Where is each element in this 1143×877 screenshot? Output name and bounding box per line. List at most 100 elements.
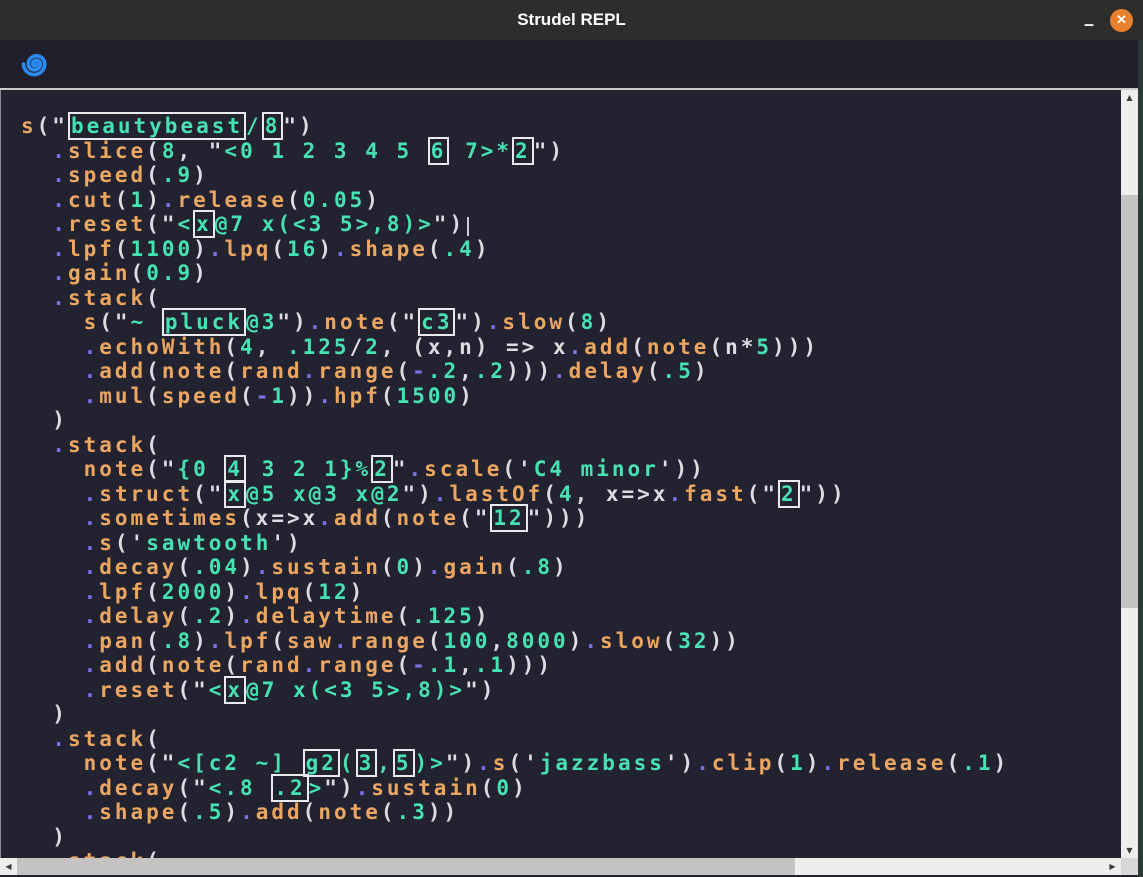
code-token: ") xyxy=(534,139,565,163)
code-token: (" xyxy=(146,212,177,236)
vertical-scrollbar[interactable]: ▲ ▼ xyxy=(1121,90,1138,858)
code-token xyxy=(21,384,84,408)
code-token: 1 xyxy=(131,188,147,212)
code-token: lpq xyxy=(224,237,271,261)
code-token: )) xyxy=(710,629,741,653)
code-token: ") xyxy=(455,310,486,334)
code-token: )) xyxy=(287,384,318,408)
code-token: ( xyxy=(381,384,397,408)
code-token: range xyxy=(318,359,396,383)
strudel-logo[interactable] xyxy=(20,48,52,80)
scroll-right-icon[interactable]: ▶ xyxy=(1104,859,1121,874)
code-line: .s('sawtooth') xyxy=(21,531,1121,556)
code-token: . xyxy=(303,653,319,677)
code-token: , x=>x xyxy=(575,482,669,506)
active-token-highlight: beautybeast xyxy=(68,112,246,140)
code-line: s("~ pluck@3").note("c3").slow(8) xyxy=(21,310,1121,335)
code-token xyxy=(21,139,52,163)
code-token: ) xyxy=(596,310,612,334)
code-token: ( xyxy=(177,800,193,824)
code-token: ") xyxy=(277,310,308,334)
code-token: note xyxy=(162,359,225,383)
code-token: stack xyxy=(68,286,146,310)
code-token: . xyxy=(696,751,712,775)
code-token: ( xyxy=(543,482,559,506)
horizontal-scroll-thumb[interactable] xyxy=(17,858,795,875)
code-token: scale xyxy=(424,457,502,481)
code-token: mul xyxy=(99,384,146,408)
code-token: ) xyxy=(224,604,240,628)
code-line: .struct("x@5 x@3 x@2").lastOf(4, x=>x.fa… xyxy=(21,482,1121,507)
code-token: (" xyxy=(747,482,778,506)
code-token: note xyxy=(647,335,710,359)
code-token: , xyxy=(459,653,475,677)
code-token: , (x,n) => x xyxy=(381,335,569,359)
code-token: note xyxy=(397,506,460,530)
code-token: ) xyxy=(459,384,475,408)
active-token-highlight: 3 xyxy=(356,749,378,777)
code-token: . xyxy=(334,629,350,653)
code-token: add xyxy=(99,359,146,383)
code-token xyxy=(21,678,84,702)
code-token: . xyxy=(309,310,325,334)
code-token: . xyxy=(668,482,684,506)
code-token: ( xyxy=(428,237,444,261)
code-token: . xyxy=(84,555,100,579)
code-token: <.8 xyxy=(209,776,272,800)
window-controls: – ✕ xyxy=(1084,0,1133,40)
code-token: note xyxy=(84,457,147,481)
code-line: .cut(1).release(0.05) xyxy=(21,188,1121,213)
code-token xyxy=(21,604,84,628)
code-token: rand xyxy=(240,653,303,677)
strudel-repl-window: { "window": { "title": "Strudel REPL", "… xyxy=(0,0,1143,877)
code-token: . xyxy=(84,653,100,677)
code-line: .reset("<x@7 x(<3 5>,8)>") xyxy=(21,678,1121,703)
code-token: 0 xyxy=(496,776,512,800)
code-token xyxy=(21,555,84,579)
code-token: "))) xyxy=(528,506,591,530)
code-token: note xyxy=(84,751,147,775)
code-token: (' xyxy=(115,531,146,555)
titlebar[interactable]: Strudel REPL – ✕ xyxy=(0,0,1143,40)
code-token: ( xyxy=(709,335,725,359)
code-token: gain xyxy=(444,555,507,579)
code-token: 1100 xyxy=(131,237,194,261)
horizontal-scrollbar[interactable]: ◀ ▶ xyxy=(0,858,1121,875)
code-token: ( xyxy=(774,751,790,775)
code-token: .8 xyxy=(162,629,193,653)
code-token: . xyxy=(256,555,272,579)
code-token xyxy=(21,359,84,383)
code-token: , xyxy=(459,359,475,383)
code-token: ) xyxy=(193,629,209,653)
close-button[interactable]: ✕ xyxy=(1110,9,1133,32)
code-token: s xyxy=(99,531,115,555)
active-token-highlight: pluck xyxy=(162,308,246,336)
scroll-up-icon[interactable]: ▲ xyxy=(1121,90,1138,105)
code-token: . xyxy=(84,384,100,408)
code-token: . xyxy=(84,678,100,702)
scroll-left-icon[interactable]: ◀ xyxy=(0,859,17,874)
code-token: . xyxy=(487,310,503,334)
code-token: ) xyxy=(21,702,68,726)
code-token: ( xyxy=(146,359,162,383)
code-token: 8000 xyxy=(506,629,569,653)
minimize-button[interactable]: – xyxy=(1084,0,1094,44)
code-token: ') xyxy=(271,531,302,555)
code-editor[interactable]: s("beautybeast/8") .slice(8, "<0 1 2 3 4… xyxy=(0,90,1121,858)
code-token: ( xyxy=(565,310,581,334)
code-token: . xyxy=(84,800,100,824)
code-token: . xyxy=(428,555,444,579)
code-token: ( xyxy=(146,580,162,604)
scroll-down-icon[interactable]: ▼ xyxy=(1121,843,1138,858)
code-token xyxy=(21,212,52,236)
vertical-scroll-thumb[interactable] xyxy=(1121,195,1138,608)
code-token: .8 xyxy=(522,555,553,579)
code-token: 4 xyxy=(559,482,575,506)
active-token-highlight: x xyxy=(224,480,246,508)
code-line: .add(note(rand.range(-.1,.1))) xyxy=(21,653,1121,678)
code-token: saw xyxy=(287,629,334,653)
code-token: (" xyxy=(193,482,224,506)
code-token: ) xyxy=(512,776,528,800)
code-token xyxy=(21,482,84,506)
code-token xyxy=(21,335,84,359)
